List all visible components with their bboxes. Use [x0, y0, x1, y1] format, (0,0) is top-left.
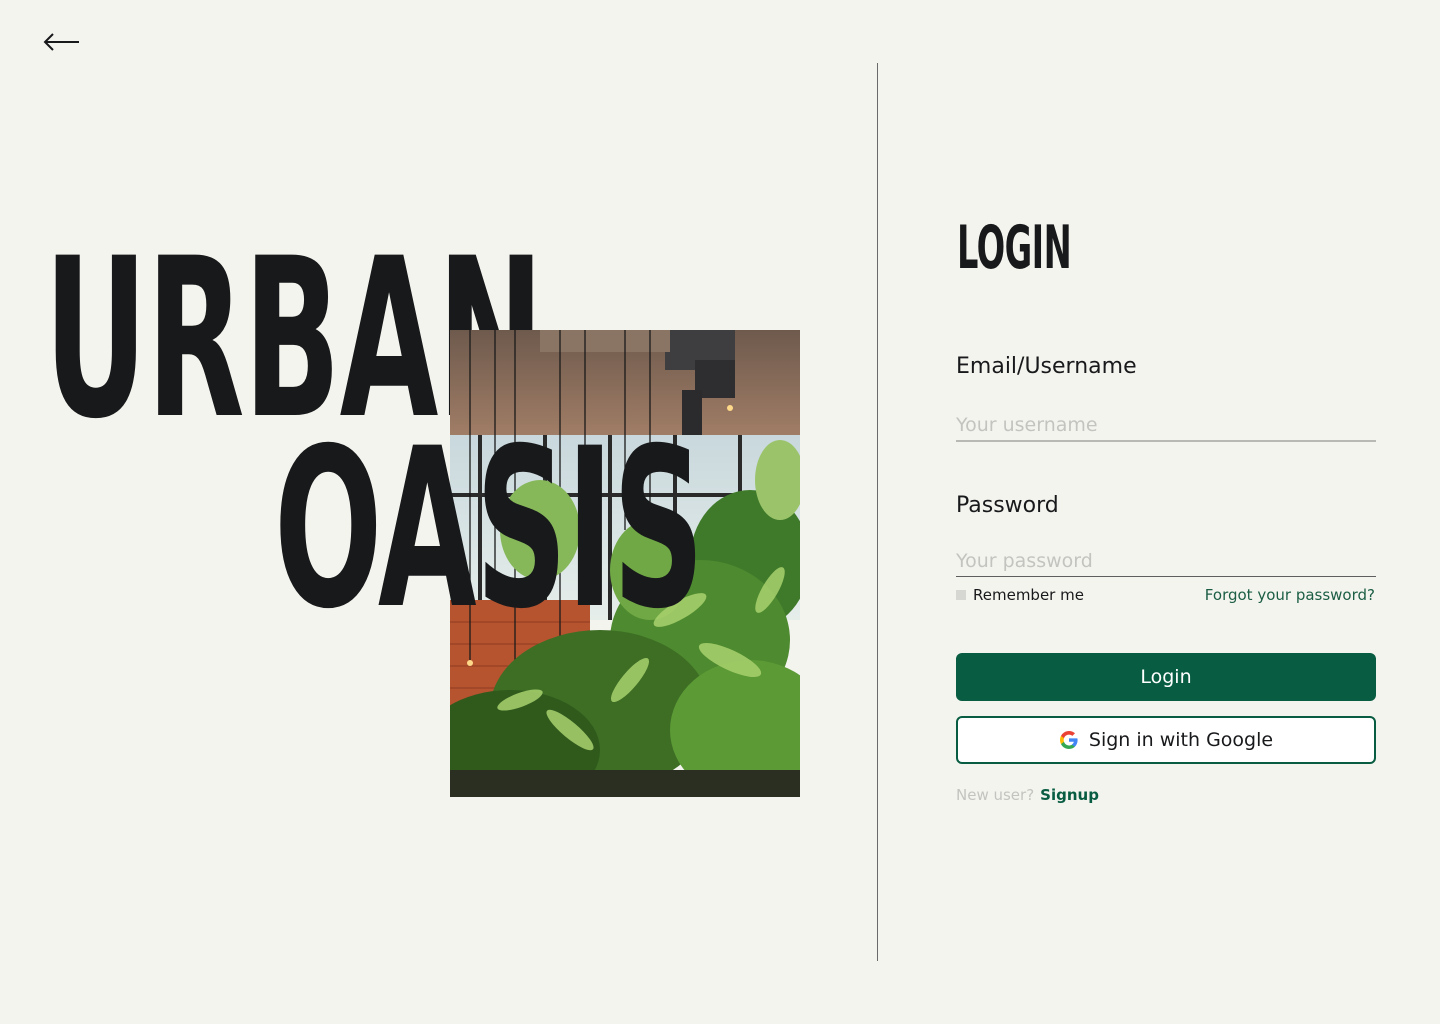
remember-me-label: Remember me	[973, 586, 1084, 604]
google-g-icon	[1059, 731, 1078, 749]
email-username-input[interactable]	[956, 410, 1376, 442]
vertical-divider	[877, 63, 878, 961]
remember-me-checkbox[interactable]: Remember me	[956, 586, 1084, 604]
new-user-text: New user?	[956, 786, 1035, 804]
signup-row: New user? Signup	[956, 786, 1099, 804]
password-input[interactable]	[956, 546, 1376, 577]
back-arrow-icon[interactable]	[40, 28, 84, 56]
forgot-password-link[interactable]: Forgot your password?	[1205, 586, 1375, 604]
login-title: LOGIN	[957, 213, 1072, 283]
login-page: URBAN OASIS LOGIN Email/Username Your us…	[0, 0, 1440, 1024]
login-button[interactable]: Login	[956, 653, 1376, 701]
hero-title-oasis: OASIS	[274, 401, 704, 657]
google-button-label: Sign in with Google	[1088, 729, 1274, 751]
google-signin-button[interactable]: Sign in with Google	[956, 716, 1376, 764]
password-label: Password	[956, 493, 1059, 518]
signup-link[interactable]: Signup	[1040, 786, 1099, 804]
checkbox-box[interactable]	[956, 590, 966, 600]
email-label: Email/Username	[956, 354, 1137, 379]
